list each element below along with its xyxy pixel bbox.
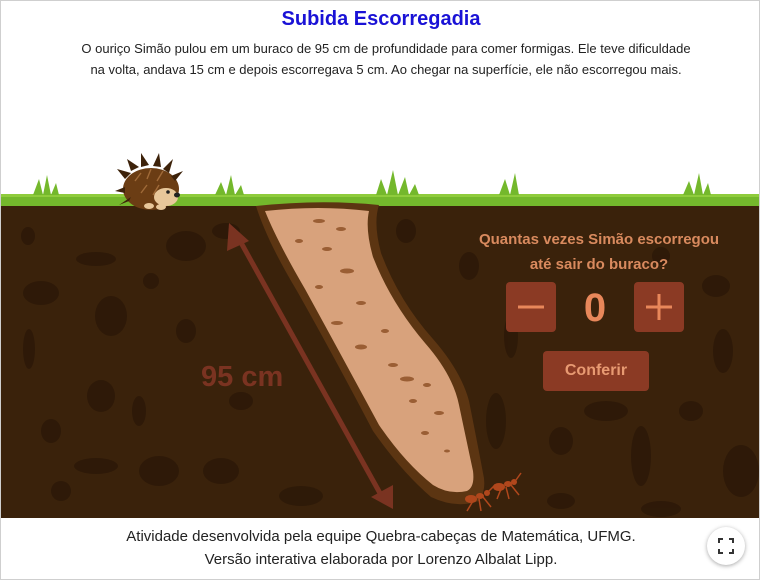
credit-line-2: Versão interativa elaborada por Lorenzo … [204, 551, 558, 568]
description-line-2: na volta, andava 15 cm e depois escorreg… [90, 62, 682, 77]
credit-line-1: Atividade desenvolvida pela equipe Quebr… [126, 528, 636, 545]
increment-button[interactable] [634, 282, 684, 332]
problem-description: O ouriço Simão pulou em um buraco de 95 … [51, 38, 721, 80]
page-title: Subida Escorregadia [281, 8, 481, 30]
description-line-1: O ouriço Simão pulou em um buraco de 95 … [81, 41, 691, 56]
decrement-button[interactable] [506, 282, 556, 332]
minus-icon [518, 305, 544, 309]
question-line-2: até sair do buraco? [529, 256, 669, 273]
question-line-1: Quantas vezes Simão escorregou [478, 231, 720, 248]
depth-label: 95 cm [201, 361, 284, 393]
game-frame: Subida Escorregadia O ouriço Simão pulou… [0, 0, 760, 580]
plus-icon [646, 294, 672, 320]
credits: Atividade desenvolvida pela equipe Quebr… [1, 525, 759, 571]
fullscreen-button[interactable] [707, 527, 745, 565]
answer-counter: 0 [583, 286, 607, 330]
question-text: Quantas vezes Simão escorregou até sair … [461, 227, 737, 277]
check-button[interactable]: Conferir [543, 351, 649, 391]
fullscreen-icon [718, 538, 734, 554]
hedgehog-icon [115, 153, 183, 210]
